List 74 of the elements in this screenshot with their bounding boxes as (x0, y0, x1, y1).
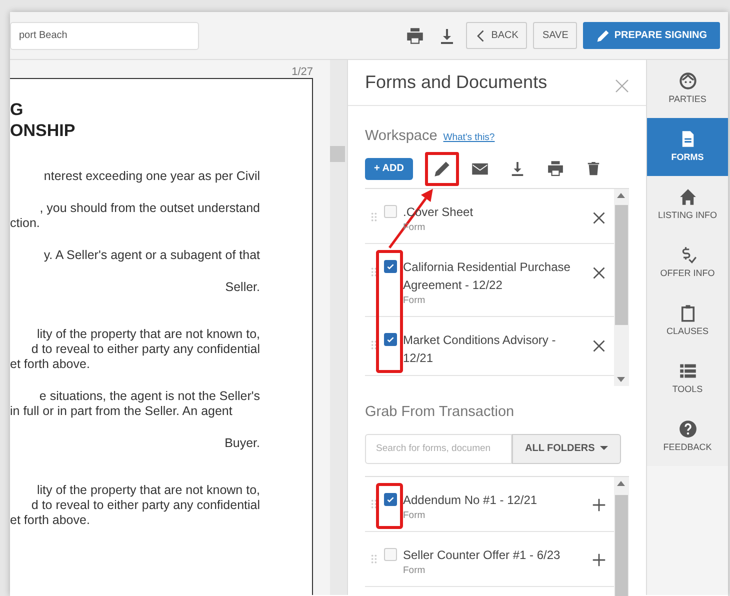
close-icon (592, 338, 606, 353)
scrollbar[interactable] (614, 476, 629, 596)
form-type: Form (403, 508, 426, 522)
question-icon (678, 420, 696, 438)
print-icon[interactable] (406, 26, 424, 44)
back-button[interactable]: BACK (466, 22, 528, 49)
scrollbar-thumb[interactable] (615, 494, 628, 596)
download-icon[interactable] (510, 161, 526, 176)
scroll-up-icon[interactable] (617, 480, 625, 486)
scrollbar-thumb[interactable] (330, 146, 345, 162)
search-field[interactable]: Search for forms, documen (365, 434, 512, 464)
sidebar-tab[interactable]: PARTIES (647, 60, 728, 118)
sidebar-tab[interactable]: LISTING INFO (647, 176, 728, 234)
section-label: Grab From Transaction (365, 402, 516, 422)
sidebar-tab[interactable]: CLAUSES (647, 292, 728, 350)
document-text-line: e situations, the agent is not the Seller's (38, 389, 260, 404)
add-button[interactable]: + ADD (365, 158, 413, 180)
check-icon (386, 262, 395, 271)
form-type: Form (403, 294, 426, 308)
document-text-line: d to reveal to either party any confidential (30, 342, 260, 357)
sidebar-tab[interactable]: TOOLS (647, 350, 728, 408)
panel-title: Forms and Documents (365, 71, 548, 94)
document-text-line: ction. (10, 216, 41, 231)
sidebar-tab[interactable]: FORMS (647, 118, 728, 176)
form-title: Addendum No #1 - 12/21 (403, 492, 538, 508)
document-text-line: Seller. (224, 280, 260, 295)
pencil-icon (596, 28, 610, 42)
document-text-line: et forth above. (10, 357, 91, 372)
document-heading: G (10, 99, 24, 120)
close-icon (614, 78, 630, 94)
close-icon (592, 210, 606, 225)
document-text-line: lity of the property that are not known to, (36, 327, 260, 342)
scrollbar[interactable] (614, 188, 629, 386)
plus-icon (592, 553, 606, 568)
check-icon (386, 494, 395, 504)
checkbox[interactable] (384, 492, 397, 506)
pencil-icon[interactable] (432, 160, 451, 178)
form-title: Market Conditions Advisory - 12/21 (403, 332, 557, 367)
form-title: Seller Counter Offer #1 - 6/23 (403, 546, 562, 564)
section-label: Workspace (365, 127, 438, 146)
document-heading: ONSHIP (10, 120, 76, 141)
document-text-line: et forth above. (10, 513, 91, 528)
document-text-line: , you should from the outset understand (38, 201, 260, 216)
document-text-line: lity of the property that are not known to, (36, 483, 260, 498)
document-text-line: y. A Seller's agent or a subagent of that (42, 248, 260, 263)
folder-dropdown[interactable]: ALL FOLDERS (512, 434, 621, 464)
document-text-line: d to reveal to either party any confidential (30, 498, 260, 513)
sidebar-tab[interactable]: FEEDBACK (647, 408, 728, 466)
prepare-signing-button[interactable]: PREPARE SIGNING (583, 22, 720, 49)
scroll-down-icon[interactable] (617, 376, 625, 382)
face-icon (678, 72, 696, 90)
save-button[interactable]: SAVE (533, 22, 578, 49)
checkbox[interactable] (384, 332, 397, 346)
clipboard-icon (678, 304, 696, 322)
form-title: California Residential Purchase Agreement - 12/22 (403, 258, 572, 294)
plus-icon (592, 498, 606, 512)
document-text-line: Buyer. (224, 436, 260, 451)
page-number: 1/27 (290, 65, 314, 78)
scroll-up-icon[interactable] (617, 192, 625, 198)
trash-icon[interactable] (586, 161, 602, 176)
scrollbar-thumb[interactable] (615, 204, 628, 325)
document-text-line: nterest exceeding one year as per Civil (42, 169, 260, 184)
help-link[interactable]: What's this? (443, 131, 495, 146)
list-icon (678, 362, 696, 380)
sidebar-tab[interactable]: OFFER INFO (647, 234, 728, 292)
close-icon (592, 266, 606, 280)
form-type: Form (403, 564, 426, 578)
search-field[interactable]: port Beach (10, 22, 199, 50)
checkbox[interactable] (384, 260, 397, 273)
print-icon[interactable] (547, 160, 564, 178)
download-icon[interactable] (439, 28, 456, 44)
house-icon (678, 188, 696, 206)
document-text-line: in full or in part from the Seller. An agent (10, 404, 234, 419)
check-icon (386, 334, 395, 344)
